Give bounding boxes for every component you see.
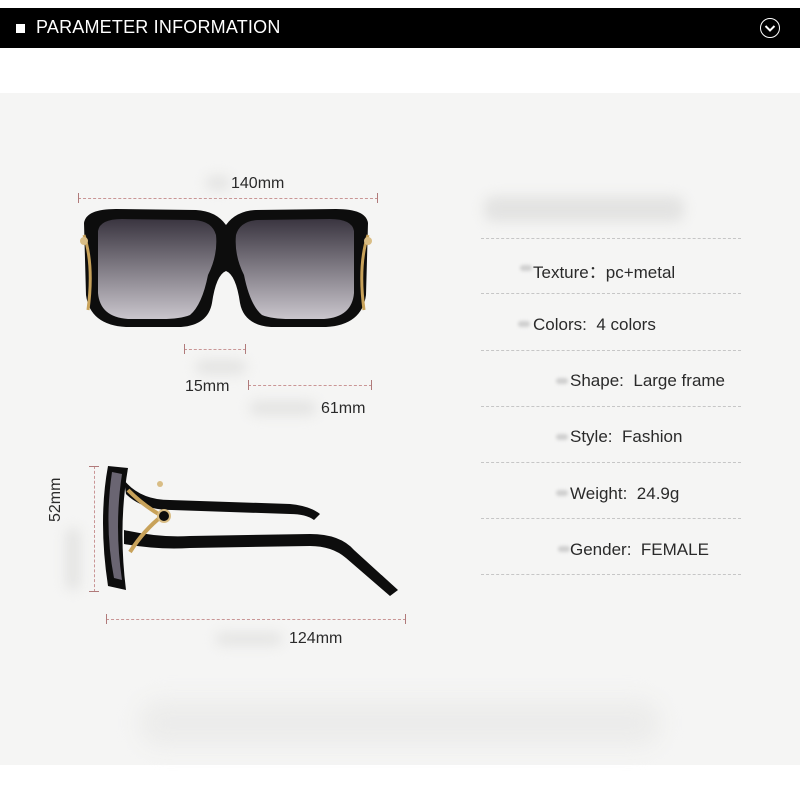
spec-separator: :: [619, 371, 624, 390]
sunglasses-side-image: [103, 466, 398, 596]
spec-value: pc+metal: [605, 263, 676, 282]
spec-value: 24.9g: [636, 484, 680, 503]
spec-label: Texture: [533, 263, 589, 282]
spec-colors: Colors: 4 colors: [533, 315, 656, 335]
label-blur: [216, 633, 282, 645]
spec-texture: Texture：pc+metal: [533, 258, 675, 283]
spec-label: Style: [570, 427, 608, 446]
bullet-square-icon: [16, 24, 25, 33]
spec-bullet-icon: [556, 490, 568, 496]
spec-label: Shape: [570, 371, 620, 390]
dim-tick: [245, 344, 246, 354]
bottom-shadow-band: [140, 700, 660, 746]
dim-tick: [377, 193, 378, 203]
dim-tick: [405, 614, 406, 624]
spec-bullet-icon: [520, 265, 532, 271]
spec-header-blur: [484, 196, 684, 222]
dim-tick: [78, 193, 79, 203]
spec-style: Style: Fashion: [570, 427, 682, 447]
spec-shape: Shape: Large frame: [570, 371, 725, 391]
spec-separator: :: [622, 484, 628, 503]
dim-tick: [184, 344, 185, 354]
label-blur: [206, 176, 230, 190]
total-width-dimension-line: [78, 198, 378, 199]
temple-length-label: 124mm: [289, 630, 343, 647]
label-blur: [66, 528, 80, 590]
section-title: PARAMETER INFORMATION: [36, 17, 281, 37]
section-header: PARAMETER INFORMATION: [0, 8, 800, 48]
spec-divider: [481, 350, 741, 351]
dim-tick: [89, 466, 99, 467]
spec-divider: [481, 574, 741, 575]
lens-width-dimension-line: [248, 385, 372, 386]
spec-label: Gender: [570, 540, 627, 559]
spec-divider: [481, 293, 741, 294]
dim-tick: [371, 380, 372, 390]
spec-value: FEMALE: [640, 540, 709, 559]
spec-divider: [481, 406, 741, 407]
bridge-label: 15mm: [185, 378, 230, 395]
temple-length-dimension-line: [106, 619, 406, 620]
spec-separator: ：: [588, 263, 606, 282]
lens-width-label: 61mm: [321, 400, 366, 417]
total-width-label: 140mm: [231, 175, 285, 192]
spec-gender: Gender: FEMALE: [570, 540, 709, 560]
spec-divider: [481, 238, 741, 239]
spec-weight: Weight: 24.9g: [570, 484, 679, 504]
lens-height-dimension-line: [94, 466, 95, 592]
spec-bullet-icon: [518, 321, 530, 327]
sunglasses-front-image: [80, 209, 372, 327]
spec-divider: [481, 518, 741, 519]
dim-tick: [106, 614, 107, 624]
label-blur: [250, 401, 316, 415]
spec-value: Fashion: [621, 427, 683, 446]
chevron-down-circle-icon[interactable]: [760, 18, 780, 38]
spec-label: Weight: [570, 484, 623, 503]
spec-value: 4 colors: [596, 315, 656, 334]
spec-separator: :: [626, 540, 632, 559]
spec-bullet-icon: [556, 434, 568, 440]
spec-label: Colors: [533, 315, 583, 334]
spec-separator: :: [607, 427, 613, 446]
label-blur: [196, 360, 246, 374]
dim-tick: [248, 380, 249, 390]
spec-bullet-icon: [556, 378, 568, 384]
spec-separator: :: [582, 315, 587, 334]
spec-value: Large frame: [633, 371, 726, 390]
lens-height-label: 52mm: [47, 477, 64, 522]
chevron-down-glyph: [764, 24, 775, 32]
dim-tick: [89, 591, 99, 592]
spec-divider: [481, 462, 741, 463]
spec-bullet-icon: [558, 546, 570, 552]
bridge-dimension-line: [184, 349, 246, 350]
